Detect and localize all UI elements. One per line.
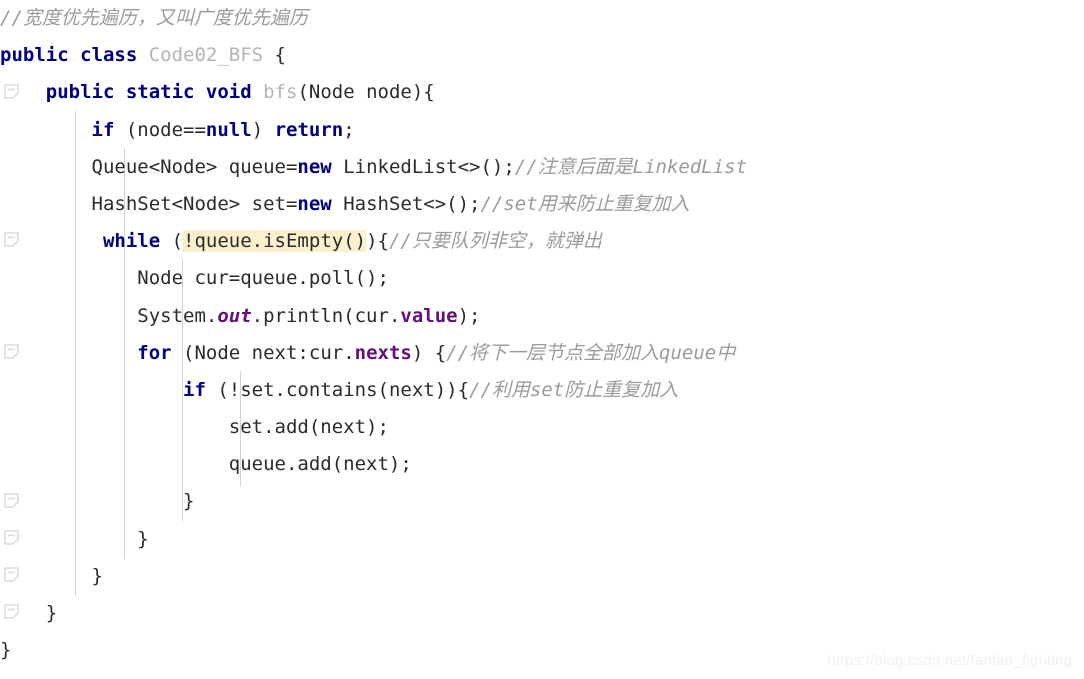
code-token: null xyxy=(205,118,252,141)
code-token: !queue.isEmpty() xyxy=(183,230,367,253)
code-token: ) xyxy=(251,118,275,141)
code-token: set.add(next); xyxy=(0,416,389,439)
code-token: new xyxy=(297,155,332,178)
code-token: HashSet<Node> set= xyxy=(0,192,298,215)
code-token: Node cur=queue.poll(); xyxy=(0,267,389,290)
code-line-1[interactable]: //宽度优先遍历，又叫广度优先遍历 xyxy=(0,0,1084,37)
code-line-12[interactable]: set.add(next); xyxy=(0,409,1084,446)
code-token: new xyxy=(297,192,332,215)
code-content[interactable]: //宽度优先遍历，又叫广度优先遍历 public class Code02_BFS… xyxy=(0,0,1084,669)
code-token: .println(cur. xyxy=(251,304,401,327)
code-line-15[interactable]: } xyxy=(0,521,1084,558)
code-token: } xyxy=(0,639,12,662)
code-line-6[interactable]: HashSet<Node> set=new HashSet<>();//set用… xyxy=(0,186,1084,223)
code-line-7[interactable]: while (!queue.isEmpty()){//只要队列非空，就弹出 xyxy=(0,223,1084,260)
code-token: out xyxy=(217,304,252,327)
code-editor-viewport[interactable]: //宽度优先遍历，又叫广度优先遍历 public class Code02_BFS… xyxy=(0,0,1084,679)
code-line-5[interactable]: Queue<Node> queue=new LinkedList<>();//注… xyxy=(0,149,1084,186)
code-line-13[interactable]: queue.add(next); xyxy=(0,446,1084,483)
code-token: System. xyxy=(0,304,218,327)
code-token: ){ xyxy=(366,230,389,253)
code-token: ( xyxy=(171,230,184,253)
code-token: (!set.contains(next)){ xyxy=(217,378,470,401)
code-token: } xyxy=(0,564,103,587)
code-token: while xyxy=(102,230,172,253)
code-token: if xyxy=(91,118,126,141)
code-token: (node== xyxy=(125,118,206,141)
code-line-8[interactable]: Node cur=queue.poll(); xyxy=(0,260,1084,297)
code-token: //set用来防止重复加入 xyxy=(480,192,690,215)
code-token: ); xyxy=(457,304,481,327)
code-token: LinkedList<>(); xyxy=(331,155,515,178)
code-token: } xyxy=(0,602,58,624)
code-line-9[interactable]: System.out.println(cur.value); xyxy=(0,298,1084,335)
code-token: } xyxy=(0,490,195,513)
code-token: ) { xyxy=(411,341,447,364)
code-line-11[interactable]: if (!set.contains(next)){//利用set防止重复加入 xyxy=(0,372,1084,409)
code-token: public class xyxy=(0,44,149,67)
code-token: if xyxy=(183,378,218,401)
code-line-16[interactable]: } xyxy=(0,558,1084,595)
code-token: //注意后面是LinkedList xyxy=(514,155,748,178)
code-token: queue.add(next); xyxy=(0,453,412,476)
code-token: Queue<Node> queue= xyxy=(0,155,298,178)
code-token: (Node next:cur. xyxy=(183,341,355,364)
code-token: ; xyxy=(343,118,355,141)
code-line-4[interactable]: if (node==null) return; xyxy=(0,112,1084,149)
code-token: value xyxy=(400,304,458,327)
code-token: bfs xyxy=(263,81,298,104)
code-token: //宽度优先遍历，又叫广度优先遍历 xyxy=(0,7,308,29)
code-token: (Node node){ xyxy=(297,81,435,104)
code-token: } xyxy=(0,527,149,550)
code-token: for xyxy=(137,341,184,364)
code-token: //将下一层节点全部加入queue中 xyxy=(446,341,736,364)
code-line-17[interactable]: } xyxy=(0,595,1084,632)
code-line-10[interactable]: for (Node next:cur.nexts) {//将下一层节点全部加入q… xyxy=(0,335,1084,372)
code-line-2[interactable]: public class Code02_BFS { xyxy=(0,37,1084,74)
code-token: return xyxy=(274,118,344,141)
code-line-3[interactable]: public static void bfs(Node node){ xyxy=(0,74,1084,111)
watermark-url: https://blog.csdn.net/fanfan_fighting xyxy=(827,652,1072,669)
code-token: //只要队列非空，就弹出 xyxy=(388,230,602,253)
code-token: { xyxy=(263,44,286,67)
code-token: public static void xyxy=(45,81,264,104)
code-line-14[interactable]: } xyxy=(0,483,1084,520)
code-token: Code02_BFS xyxy=(148,44,264,67)
code-token: //利用set防止重复加入 xyxy=(469,378,679,401)
code-token: nexts xyxy=(354,341,412,364)
code-token: HashSet<>(); xyxy=(331,192,481,215)
